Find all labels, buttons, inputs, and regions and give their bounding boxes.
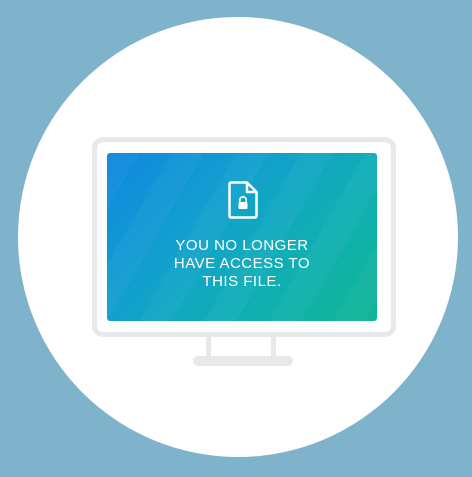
access-denied-message: YOU NO LONGER HAVE ACCESS TO THIS FILE.: [107, 237, 377, 291]
locked-file-icon: [228, 181, 258, 219]
message-line-2: HAVE ACCESS TO: [173, 255, 311, 272]
message-line-1: YOU NO LONGER: [175, 237, 309, 254]
lock-icon: [238, 196, 248, 209]
monitor-stand-base: [193, 356, 293, 366]
monitor-stand-neck: [206, 336, 276, 358]
message-line-3: THIS FILE.: [202, 273, 282, 290]
